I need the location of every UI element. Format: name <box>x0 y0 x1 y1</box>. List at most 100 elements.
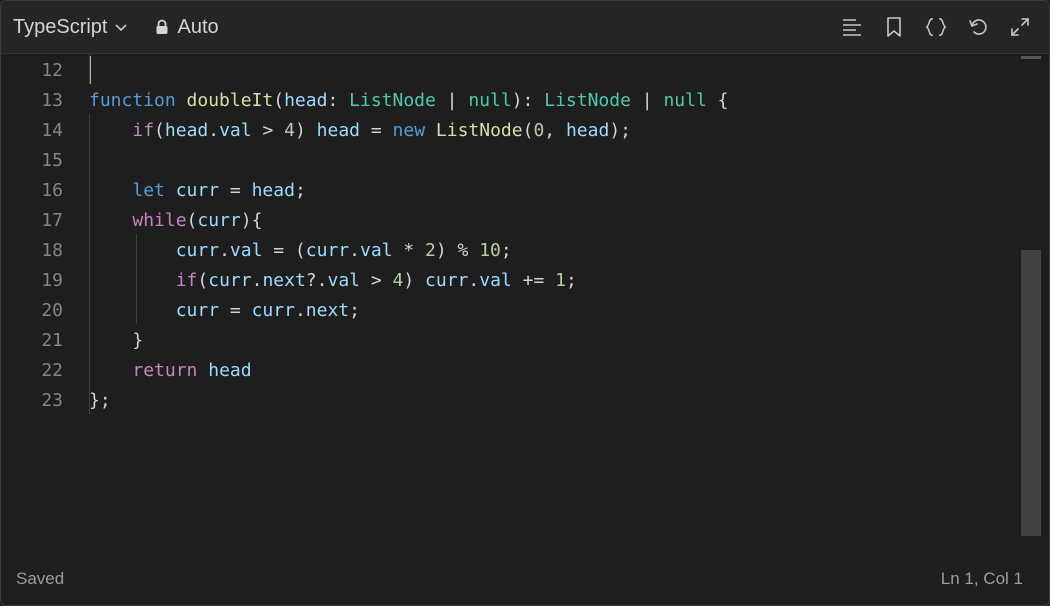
code-token: head <box>208 360 252 381</box>
code-line: 17 while(curr){ <box>1 206 1019 236</box>
code-token: 4 <box>284 120 295 141</box>
code-token: ; <box>565 270 577 291</box>
code-token: , <box>544 120 566 141</box>
code-token: val <box>327 270 360 291</box>
code-token: ( <box>273 90 285 111</box>
code-token: ( <box>154 120 165 141</box>
code-token: 4 <box>392 270 404 291</box>
code-token: val <box>359 240 393 261</box>
line-number: 23 <box>41 390 63 411</box>
line-number: 19 <box>41 270 63 291</box>
chevron-down-icon <box>113 19 129 35</box>
line-number: 13 <box>41 90 63 111</box>
code-token: > <box>251 120 285 141</box>
code-token: ){ <box>240 210 263 231</box>
code-token: . <box>219 240 230 261</box>
code-token: { <box>706 90 729 111</box>
code-line: 18 curr.val = (curr.val * 2) % 10; <box>1 236 1019 266</box>
line-number: 20 <box>41 300 63 321</box>
code-token: let <box>132 180 165 201</box>
code-token: if <box>132 120 155 141</box>
scrollbar-thumb[interactable] <box>1021 250 1041 536</box>
code-token: while <box>132 210 187 231</box>
expand-icon[interactable] <box>1009 16 1031 38</box>
code-token: = <box>219 300 252 321</box>
code-area[interactable]: 1 2 13 function doubleIt(head: ListNode | n… <box>1 54 1019 553</box>
code-token: return <box>132 360 198 381</box>
format-align-icon[interactable] <box>841 16 863 38</box>
line-number: 15 <box>41 150 63 171</box>
undo-icon[interactable] <box>967 16 989 38</box>
bookmark-icon[interactable] <box>883 16 905 38</box>
code-token: . <box>251 270 263 291</box>
line-number: 22 <box>41 360 63 381</box>
toolbar-actions <box>841 16 1031 38</box>
code-token: curr <box>175 240 220 261</box>
line-code: function doubleIt(head: ListNode | null)… <box>89 86 729 116</box>
code-token: curr <box>305 240 350 261</box>
code-token: = <box>360 120 393 141</box>
code-token: : <box>327 90 350 111</box>
code-token: next <box>305 300 350 321</box>
code-token: * <box>392 240 426 261</box>
code-token: null <box>468 90 512 111</box>
code-token: } <box>132 330 144 351</box>
line-number: 17 <box>41 210 63 231</box>
code-token: ( <box>522 120 534 141</box>
code-line: 22 return head <box>1 356 1019 386</box>
code-token: ): <box>511 90 545 111</box>
language-label: TypeScript <box>13 15 108 38</box>
code-token: ListNode <box>435 120 523 141</box>
code-token: 2 <box>425 240 436 261</box>
code-line: 21 } <box>1 326 1019 356</box>
line-number: 16 <box>41 180 63 201</box>
code-token: curr <box>175 300 220 321</box>
code-line: 19 if(curr.next?.val > 4) curr.val += 1; <box>1 266 1019 296</box>
code-token: . <box>208 120 220 141</box>
line-code: if(curr.next?.val > 4) curr.val += 1; <box>89 266 577 296</box>
code-token: ( <box>197 270 209 291</box>
line-code: while(curr){ <box>89 206 262 236</box>
code-token: head <box>284 90 328 111</box>
code-token: curr <box>251 300 295 321</box>
code-token: curr <box>175 180 220 201</box>
code-token: | <box>435 90 469 111</box>
code-token: ; <box>294 180 306 201</box>
code-token: new <box>392 120 426 141</box>
code-token: curr <box>425 270 469 291</box>
lock-icon <box>155 19 169 35</box>
code-line: 20 curr = curr.next; <box>1 296 1019 326</box>
line-number: 14 <box>41 120 63 141</box>
code-token: if <box>175 270 198 291</box>
code-token: . <box>294 300 306 321</box>
code-token: = ( <box>262 240 306 261</box>
code-token: . <box>349 240 360 261</box>
line-code: let curr = head; <box>89 176 306 206</box>
language-select[interactable]: TypeScript <box>13 12 129 42</box>
code-token: }; <box>89 390 111 411</box>
code-token: ); <box>609 120 632 141</box>
mode-select[interactable]: Auto <box>155 16 219 39</box>
line-code: } <box>89 326 143 356</box>
line-code: return head <box>89 356 252 386</box>
status-bar: Saved Ln 1, Col 1 <box>1 553 1049 605</box>
code-token: 1 <box>555 270 566 291</box>
code-token: curr <box>197 210 241 231</box>
braces-icon[interactable] <box>925 16 947 38</box>
cursor-position[interactable]: Ln 1, Col 1 <box>941 569 1023 589</box>
line-code: }; <box>89 386 111 416</box>
scrollbar-top-marker <box>1021 56 1041 59</box>
code-token: null <box>663 90 707 111</box>
code-token: doubleIt <box>186 90 274 111</box>
code-token: 10 <box>479 240 501 261</box>
code-token: next <box>262 270 306 291</box>
